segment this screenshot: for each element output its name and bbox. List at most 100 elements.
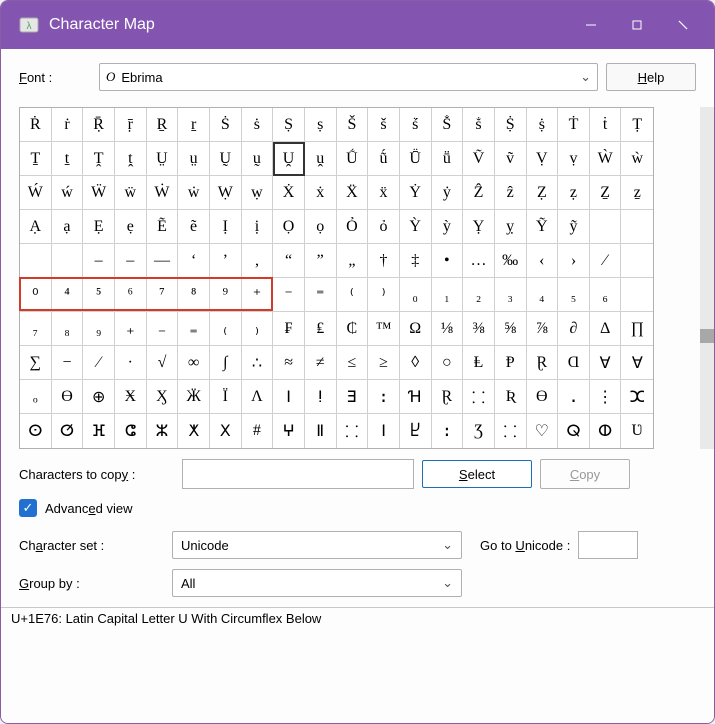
char-cell[interactable]: Ⱡ bbox=[463, 346, 495, 380]
char-cell[interactable]: ≈ bbox=[273, 346, 305, 380]
char-cell[interactable]: Ẃ bbox=[20, 176, 52, 210]
char-cell[interactable]: ⁰ bbox=[20, 278, 52, 312]
char-cell[interactable]: Š bbox=[337, 108, 369, 142]
char-cell[interactable]: Ṟ bbox=[147, 108, 179, 142]
char-cell[interactable]: ₄ bbox=[527, 278, 559, 312]
char-cell[interactable]: Ẓ bbox=[527, 176, 559, 210]
char-cell[interactable]: ỵ bbox=[495, 210, 527, 244]
char-cell[interactable]: ‒ bbox=[83, 244, 115, 278]
char-cell[interactable]: Ṫ bbox=[558, 108, 590, 142]
char-cell[interactable]: “ bbox=[273, 244, 305, 278]
char-cell[interactable]: ⁄ bbox=[590, 244, 622, 278]
char-cell[interactable]: Ω bbox=[400, 312, 432, 346]
char-cell[interactable]: ‘ bbox=[178, 244, 210, 278]
char-cell[interactable]: ◊ bbox=[400, 346, 432, 380]
char-cell[interactable]: ⁶ bbox=[115, 278, 147, 312]
advanced-checkbox[interactable]: ✓ bbox=[19, 499, 37, 517]
char-cell[interactable]: ₤ bbox=[305, 312, 337, 346]
char-cell[interactable]: ⋮ bbox=[590, 380, 622, 414]
char-cell[interactable]: Ẽ bbox=[147, 210, 179, 244]
char-cell[interactable]: ẑ bbox=[495, 176, 527, 210]
char-cell[interactable]: ∴ bbox=[242, 346, 274, 380]
char-cell[interactable] bbox=[621, 244, 653, 278]
char-cell[interactable]: Ṙ bbox=[20, 108, 52, 142]
char-cell[interactable]: ⵙ bbox=[20, 414, 52, 448]
char-cell[interactable]: ⅝ bbox=[495, 312, 527, 346]
char-cell[interactable]: ẹ bbox=[115, 210, 147, 244]
char-cell[interactable]: ṙ bbox=[52, 108, 84, 142]
char-cell[interactable]: ₇ bbox=[20, 312, 52, 346]
char-cell[interactable]: š bbox=[368, 108, 400, 142]
char-cell[interactable]: ị bbox=[242, 210, 274, 244]
char-cell[interactable]: ⴼ bbox=[83, 414, 115, 448]
char-cell[interactable]: ⁾ bbox=[368, 278, 400, 312]
char-cell[interactable]: Ẋ bbox=[273, 176, 305, 210]
charset-select[interactable]: Unicode⌄ bbox=[172, 531, 462, 559]
char-cell[interactable]: Ʋ bbox=[621, 414, 653, 448]
char-cell[interactable]: Ⅱ bbox=[305, 414, 337, 448]
char-cell[interactable]: # bbox=[242, 414, 274, 448]
maximize-button[interactable] bbox=[614, 9, 660, 41]
char-cell[interactable]: ꓽ bbox=[368, 380, 400, 414]
char-cell[interactable]: ṵ bbox=[242, 142, 274, 176]
char-cell[interactable]: ⅜ bbox=[463, 312, 495, 346]
char-cell[interactable]: ỏ bbox=[368, 210, 400, 244]
char-cell[interactable]: Ө bbox=[52, 380, 84, 414]
char-cell[interactable]: Ṝ bbox=[83, 108, 115, 142]
char-cell[interactable]: ∞ bbox=[178, 346, 210, 380]
char-cell[interactable]: ₃ bbox=[495, 278, 527, 312]
char-cell[interactable]: ₎ bbox=[242, 312, 274, 346]
char-cell[interactable]: Ᵽ bbox=[495, 346, 527, 380]
char-cell[interactable]: ‹ bbox=[527, 244, 559, 278]
char-cell[interactable]: Ӽ bbox=[147, 380, 179, 414]
char-cell[interactable]: „ bbox=[337, 244, 369, 278]
char-cell[interactable]: Ṭ bbox=[621, 108, 653, 142]
char-cell[interactable]: ⁷ bbox=[147, 278, 179, 312]
char-cell[interactable]: ⁽ bbox=[337, 278, 369, 312]
char-cell[interactable]: Ọ bbox=[273, 210, 305, 244]
char-cell[interactable]: Ṣ bbox=[273, 108, 305, 142]
char-cell[interactable]: Ẑ bbox=[463, 176, 495, 210]
char-cell[interactable]: ṱ bbox=[115, 142, 147, 176]
char-cell[interactable]: ₀ bbox=[400, 278, 432, 312]
char-cell[interactable]: − bbox=[52, 346, 84, 380]
char-cell[interactable]: ẋ bbox=[305, 176, 337, 210]
char-cell[interactable]: Ӝ bbox=[178, 380, 210, 414]
char-cell[interactable]: ỳ bbox=[432, 210, 464, 244]
char-cell[interactable]: Ⴞ bbox=[400, 414, 432, 448]
char-cell[interactable]: Ẹ bbox=[83, 210, 115, 244]
goto-input[interactable] bbox=[578, 531, 638, 559]
char-cell[interactable]: ṽ bbox=[495, 142, 527, 176]
char-cell[interactable]: ẉ bbox=[242, 176, 274, 210]
char-cell[interactable] bbox=[590, 210, 622, 244]
char-cell[interactable]: ⅛ bbox=[432, 312, 464, 346]
char-cell[interactable]: Ⅰ bbox=[273, 380, 305, 414]
char-cell[interactable]: ≥ bbox=[368, 346, 400, 380]
char-cell[interactable]: ₅ bbox=[558, 278, 590, 312]
scroll-thumb[interactable] bbox=[700, 329, 714, 343]
char-cell[interactable]: ₋ bbox=[147, 312, 179, 346]
char-cell[interactable]: ⵚ bbox=[52, 414, 84, 448]
char-cell[interactable]: Ẍ bbox=[337, 176, 369, 210]
char-cell[interactable]: ∂ bbox=[558, 312, 590, 346]
char-cell[interactable]: ⁼ bbox=[305, 278, 337, 312]
char-cell[interactable]: ⸬ bbox=[495, 414, 527, 448]
char-cell[interactable]: Ṯ bbox=[20, 142, 52, 176]
close-button[interactable] bbox=[660, 9, 706, 41]
char-cell[interactable]: Ỳ bbox=[400, 210, 432, 244]
char-cell[interactable]: ∆ bbox=[590, 312, 622, 346]
char-cell[interactable]: Ɵ bbox=[527, 380, 559, 414]
char-cell[interactable]: – bbox=[115, 244, 147, 278]
char-cell[interactable]: ẏ bbox=[432, 176, 464, 210]
char-cell[interactable]: ∕ bbox=[83, 346, 115, 380]
char-cell[interactable]: Ṷ bbox=[273, 142, 305, 176]
char-cell[interactable]: Ẏ bbox=[400, 176, 432, 210]
char-cell[interactable]: ṣ bbox=[305, 108, 337, 142]
char-cell[interactable]: ₆ bbox=[590, 278, 622, 312]
char-cell[interactable]: ṟ bbox=[178, 108, 210, 142]
char-cell[interactable]: ṻ bbox=[432, 142, 464, 176]
groupby-select[interactable]: All⌄ bbox=[172, 569, 462, 597]
char-cell[interactable]: Ẇ bbox=[147, 176, 179, 210]
char-cell[interactable]: ₊ bbox=[115, 312, 147, 346]
char-cell[interactable]: Ṿ bbox=[527, 142, 559, 176]
